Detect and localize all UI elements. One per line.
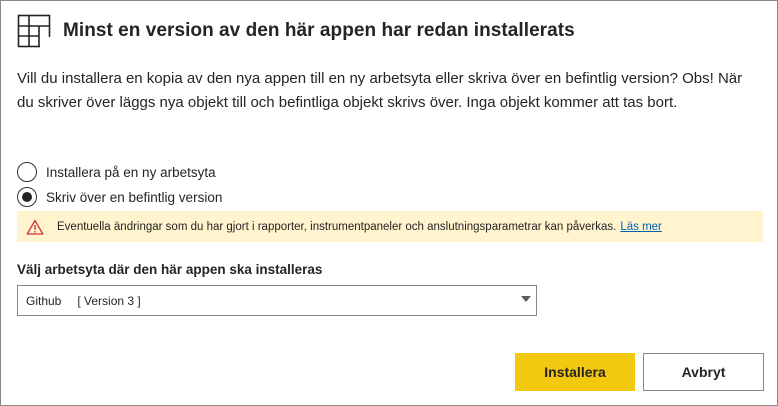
radio-overwrite-version[interactable]: Skriv över en befintlig version [17,187,222,207]
workspace-dropdown[interactable]: Github [ Version 3 ] [17,285,537,316]
radio-overwrite-label: Skriv över en befintlig version [46,189,223,205]
app-grid-icon [17,14,51,48]
learn-more-link[interactable]: Läs mer [620,221,662,233]
workspace-version: [ Version 3 ] [77,293,141,308]
warning-banner: Eventuella ändringar som du har gjort i … [17,211,763,242]
radio-new-workspace[interactable]: Installera på en ny arbetsyta [17,162,216,182]
radio-button-checked[interactable] [17,187,37,207]
warning-text: Eventuella ändringar som du har gjort i … [57,220,617,233]
install-button[interactable]: Installera [515,353,635,391]
dialog-title: Minst en version av den här appen har re… [63,20,575,41]
cancel-button[interactable]: Avbryt [643,353,764,391]
workspace-name: Github [26,293,62,308]
install-app-dialog: Minst en version av den här appen har re… [0,0,778,406]
chevron-down-icon[interactable] [521,296,531,302]
radio-new-workspace-label: Installera på en ny arbetsyta [46,164,216,180]
warning-triangle-icon [26,219,44,235]
dialog-header: Minst en version av den här appen har re… [17,13,575,49]
workspace-select-label: Välj arbetsyta där den här appen ska ins… [17,262,323,277]
radio-button-unchecked[interactable] [17,162,37,182]
dialog-description: Vill du installera en kopia av den nya a… [17,70,743,111]
